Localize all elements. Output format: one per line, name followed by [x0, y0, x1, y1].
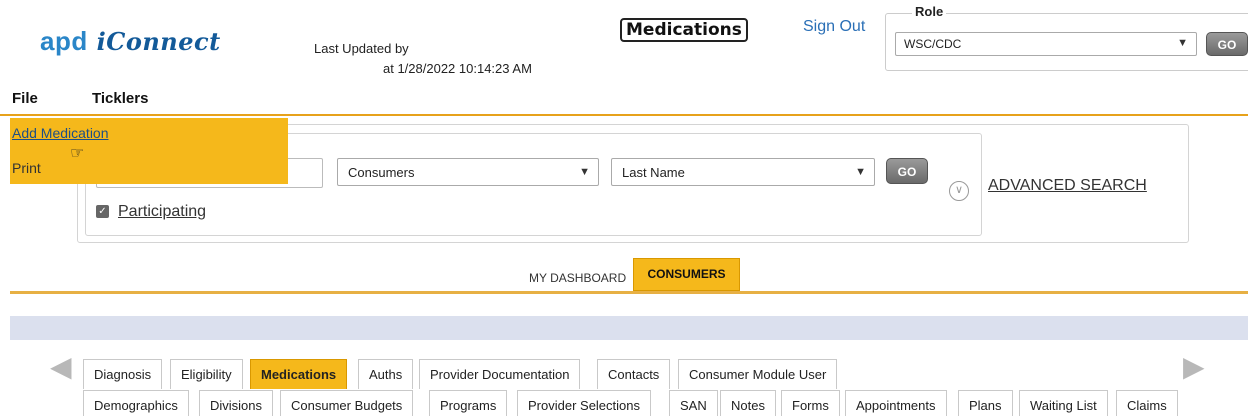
tab-provider-documentation[interactable]: Provider Documentation [419, 359, 581, 389]
menu-ticklers[interactable]: Ticklers [92, 90, 148, 107]
search-type-value: Consumers [348, 165, 415, 180]
chevron-down-icon: ▼ [1177, 37, 1188, 49]
participating-label[interactable]: Participating [118, 203, 206, 221]
app-logo: apd iConnect [40, 26, 221, 57]
menu-item-add-medication[interactable]: Add Medication [12, 125, 109, 141]
menu-item-print[interactable]: Print [12, 160, 41, 176]
tab-auths[interactable]: Auths [358, 359, 414, 389]
tab-consumer-budgets[interactable]: Consumer Budgets [280, 390, 414, 416]
tab-forms[interactable]: Forms [781, 390, 840, 416]
role-select-value: WSC/CDC [904, 37, 962, 51]
tab-contacts[interactable]: Contacts [597, 359, 671, 389]
last-updated-label: Last Updated by [314, 41, 409, 56]
expand-circle-icon[interactable]: ∨ [949, 181, 969, 201]
tab-provider-selections[interactable]: Provider Selections [517, 390, 651, 416]
tab-divisions[interactable]: Divisions [199, 390, 274, 416]
tab-demographics[interactable]: Demographics [83, 390, 189, 416]
search-go-button[interactable]: GO [886, 158, 928, 184]
chevron-down-icon: ▼ [579, 166, 590, 178]
tab-waiting-list[interactable]: Waiting List [1019, 390, 1108, 416]
logo-name: iConnect [96, 27, 221, 56]
arrow-right-icon[interactable]: ▶ [1183, 350, 1205, 383]
tab-diagnosis[interactable]: Diagnosis [83, 359, 163, 389]
logo-prefix: apd [40, 26, 88, 56]
menu-bar: File Ticklers [0, 86, 1248, 116]
consumer-header-band [10, 316, 1248, 340]
chevron-down-icon: ▼ [855, 166, 866, 178]
tab-medications[interactable]: Medications [250, 359, 348, 389]
checkbox-checked-icon[interactable]: ✓ [96, 205, 109, 218]
last-updated-timestamp: at 1/28/2022 10:14:23 AM [383, 61, 532, 76]
role-select[interactable]: WSC/CDC ▼ [895, 32, 1197, 56]
tab-claims[interactable]: Claims [1116, 390, 1178, 416]
search-field-select[interactable]: Last Name ▼ [611, 158, 875, 186]
role-legend: Role [912, 4, 947, 19]
tab-notes[interactable]: Notes [720, 390, 776, 416]
advanced-search-link[interactable]: ADVANCED SEARCH [988, 177, 1147, 195]
tab-my-dashboard[interactable]: MY DASHBOARD [529, 271, 626, 285]
cursor-hand-icon: ☞ [70, 145, 85, 162]
tab-consumer-module-user[interactable]: Consumer Module User [678, 359, 838, 389]
dashboard-divider [10, 291, 1248, 294]
sign-out-link[interactable]: Sign Out [803, 18, 865, 36]
tab-appointments[interactable]: Appointments [845, 390, 947, 416]
tab-plans[interactable]: Plans [958, 390, 1013, 416]
menu-file[interactable]: File [12, 90, 38, 107]
page-title: Medications [620, 18, 748, 42]
tab-programs[interactable]: Programs [429, 390, 508, 416]
arrow-left-icon[interactable]: ◀ [50, 350, 72, 383]
file-dropdown-menu: Add Medication Print [10, 118, 288, 184]
tab-eligibility[interactable]: Eligibility [170, 359, 243, 389]
role-go-button[interactable]: GO [1206, 32, 1248, 56]
search-type-select[interactable]: Consumers ▼ [337, 158, 599, 186]
tab-san[interactable]: SAN [669, 390, 718, 416]
search-field-value: Last Name [622, 165, 685, 180]
tab-consumers[interactable]: CONSUMERS [633, 258, 740, 291]
